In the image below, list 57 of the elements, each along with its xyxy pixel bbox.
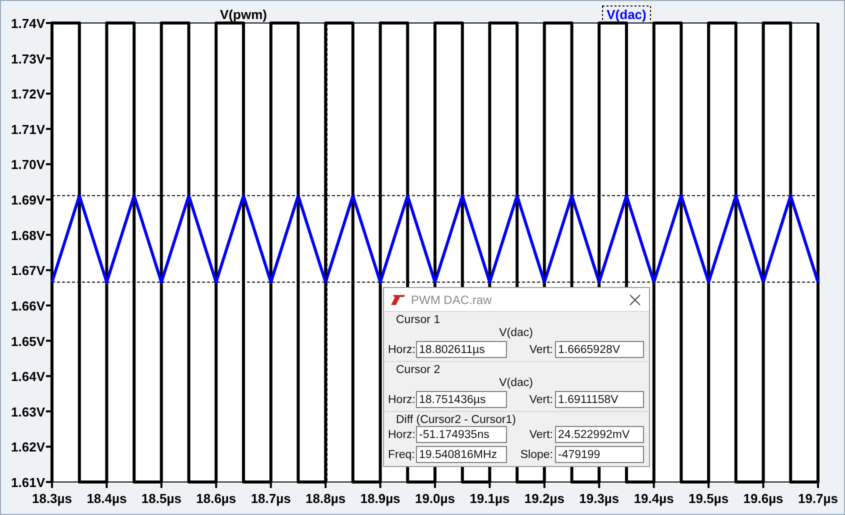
- y-tick-label: 1.61V: [11, 475, 45, 490]
- field-label: Horz:: [388, 344, 414, 356]
- x-tick-label: 19.7µs: [798, 491, 838, 506]
- y-tick-label: 1.69V: [11, 192, 45, 208]
- trace-label[interactable]: V(pwm): [220, 7, 267, 22]
- x-tick-label: 18.8µs: [306, 491, 346, 506]
- field-label: Vert:: [528, 394, 553, 406]
- field-label: Vert:: [528, 428, 553, 440]
- x-tick-label: 18.7µs: [250, 491, 291, 506]
- field-label: Horz:: [388, 394, 414, 406]
- y-tick-label: 1.65V: [11, 334, 45, 349]
- input-field[interactable]: 19.540816MHz: [416, 446, 507, 463]
- input-field[interactable]: -51.174935ns: [416, 426, 507, 443]
- y-tick-label: 1.64V: [11, 369, 45, 384]
- x-tick-label: 19.2µs: [524, 491, 564, 506]
- group-title: Cursor 1: [395, 314, 442, 326]
- x-tick-label: 19.6µs: [743, 491, 784, 506]
- field-label: Freq:: [388, 448, 414, 460]
- group-title: Cursor 2: [395, 364, 442, 376]
- cursor-line[interactable]: [52, 282, 818, 283]
- input-field[interactable]: 18.751436µs: [416, 391, 507, 408]
- cursor-line[interactable]: [326, 22, 328, 482]
- y-tick-label: 1.68V: [11, 228, 45, 243]
- y-tick-label: 1.73V: [11, 51, 45, 66]
- y-tick-label: 1.62V: [11, 440, 45, 455]
- y-tick-label: 1.66V: [11, 298, 45, 314]
- trace-name: V(dac): [499, 377, 533, 389]
- y-tick-label: 1.71V: [11, 122, 45, 137]
- dialog-title: PWM DAC.raw: [411, 292, 493, 306]
- x-tick-label: 19.5µs: [688, 491, 729, 506]
- input-field[interactable]: 1.6665928V: [555, 341, 644, 358]
- input-field[interactable]: 18.802611µs: [416, 341, 507, 358]
- x-tick-label: 18.5µs: [141, 491, 182, 506]
- y-tick-label: 1.72V: [11, 86, 45, 102]
- y-tick-label: 1.67V: [11, 263, 45, 278]
- input-field[interactable]: 24.522992mV: [555, 426, 644, 443]
- x-tick-label: 18.4µs: [86, 491, 127, 506]
- trace-label[interactable]: V(dac): [606, 7, 646, 22]
- input-field[interactable]: -479199: [555, 446, 644, 463]
- field-label: Horz:: [388, 428, 414, 440]
- y-tick-label: 1.63V: [11, 404, 45, 420]
- x-tick-label: 19.1µs: [470, 491, 510, 506]
- field-label: Vert:: [528, 344, 553, 356]
- field-label: Slope:: [519, 448, 553, 460]
- x-tick-label: 19.4µs: [634, 491, 674, 506]
- close-icon[interactable]: [629, 294, 641, 306]
- input-field[interactable]: 1.6911158V: [555, 391, 644, 408]
- x-tick-label: 19.0µs: [414, 491, 456, 506]
- x-tick-label: 19.3µs: [579, 491, 620, 506]
- x-tick-label: 18.3µs: [32, 491, 72, 506]
- trace-name: V(dac): [499, 327, 533, 339]
- x-tick-label: 18.6µs: [196, 491, 236, 506]
- y-tick-label: 1.70V: [11, 157, 45, 172]
- y-tick-label: 1.74V: [11, 16, 45, 31]
- logo-icon: [390, 294, 406, 306]
- group-title: Diff (Cursor2 - Cursor1): [395, 414, 517, 426]
- x-tick-label: 18.9µs: [360, 491, 400, 506]
